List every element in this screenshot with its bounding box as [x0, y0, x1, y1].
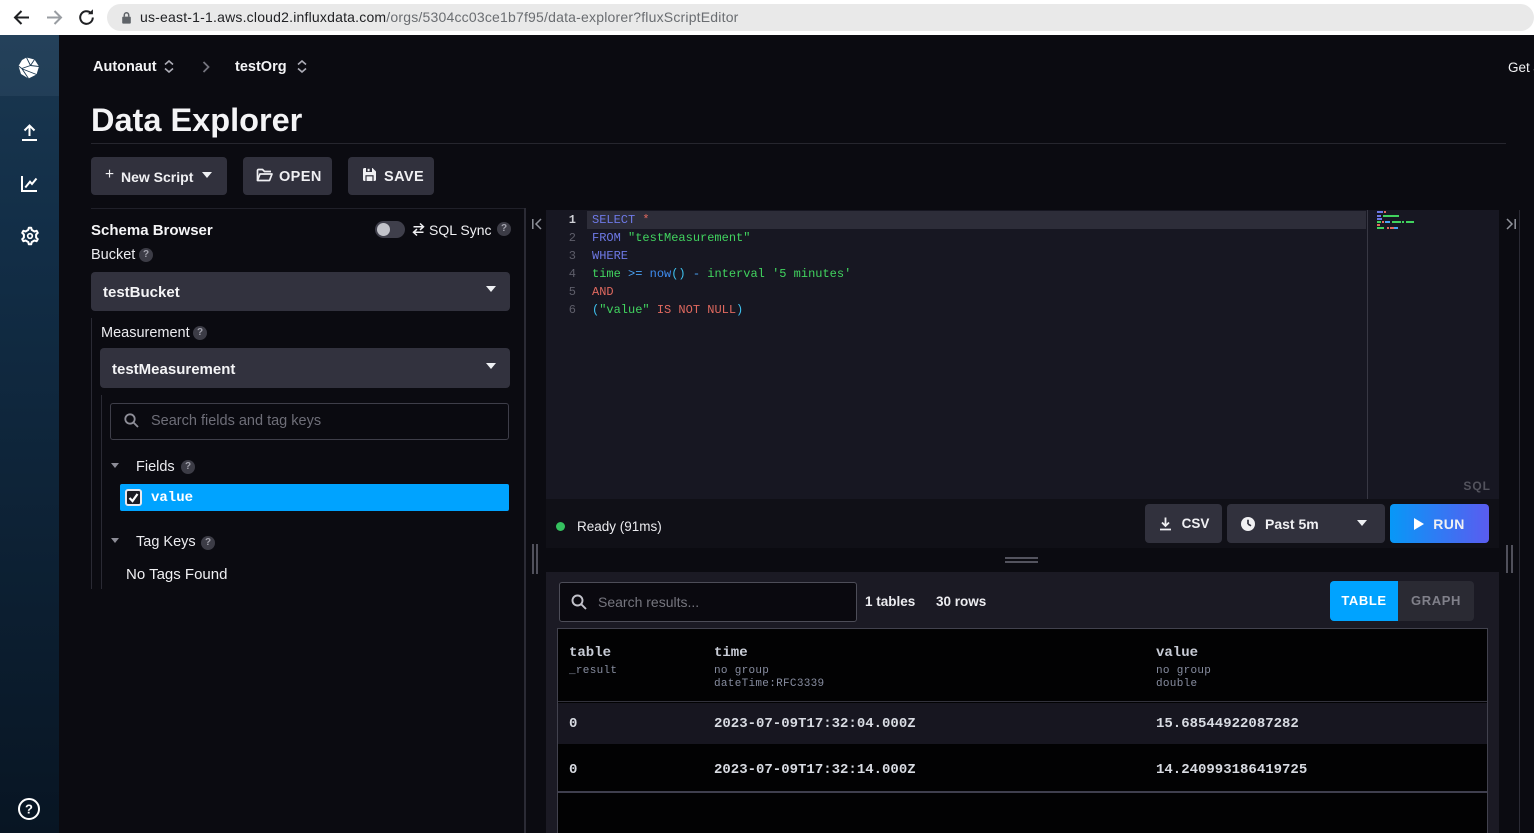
svg-text:?: ?	[25, 802, 33, 817]
